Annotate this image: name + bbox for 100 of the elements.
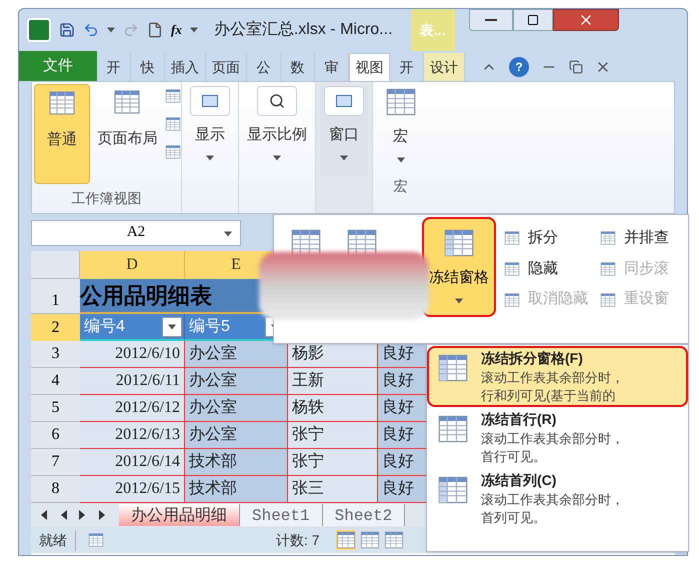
option-title: 冻结拆分窗格(F) [481, 349, 584, 368]
ribbon-tab[interactable]: 视图 [349, 53, 390, 81]
help-icon[interactable]: ? [509, 57, 529, 77]
sheet-tab[interactable]: 办公用品明细 [119, 504, 240, 526]
window-option-icon [504, 260, 520, 277]
group-label: 工作簿视图 [70, 189, 142, 208]
maximize-icon [526, 14, 539, 26]
caret-icon [190, 27, 198, 33]
table-cell: 2012/6/14 [80, 449, 185, 476]
freeze-icon [443, 227, 475, 259]
window-option-icon [600, 292, 616, 308]
table-cell: 技术部 [185, 476, 288, 503]
status-count: 计数: 7 [276, 530, 320, 550]
contextual-tab-header: 表... [410, 9, 455, 51]
table-cell: 王新 [288, 368, 378, 395]
small-view-icon [165, 116, 181, 132]
option-description: 滚动工作表其余部分时， [481, 430, 624, 448]
row-header[interactable]: 4 [31, 368, 80, 395]
row-header[interactable]: 6 [31, 422, 80, 449]
option-description: 首行可见。 [481, 448, 547, 466]
table-cell: 办公室 [185, 368, 288, 395]
row-header[interactable]: 8 [31, 476, 80, 503]
group-label: 宏 [394, 177, 408, 196]
table-cell: 张三 [288, 476, 378, 503]
caret-icon [224, 230, 232, 236]
caret-icon [340, 154, 348, 160]
undo-icon[interactable] [83, 22, 99, 38]
ribbon-dropdown-button[interactable]: 窗口 [320, 86, 368, 176]
small-view-icon [165, 144, 181, 160]
window-option-icon [600, 230, 616, 246]
row-header[interactable]: 7 [31, 449, 80, 476]
sheet-nav-end-icon[interactable] [99, 510, 107, 520]
caret-icon [168, 324, 176, 330]
table-cell: 2012/6/15 [80, 476, 185, 503]
file-tab[interactable]: 文件 [19, 51, 97, 81]
ribbon-dropdown-button[interactable]: 显示比例 [243, 86, 311, 176]
caret-icon [273, 154, 281, 160]
option-description: 滚动工作表其余部分时， [481, 369, 624, 387]
windows-icon [324, 86, 364, 116]
freeze-icon [437, 352, 469, 384]
sheet-nav-arrow-icon[interactable] [59, 510, 67, 520]
sheet-tab[interactable]: Sheet2 [322, 504, 406, 526]
option-description: 首列可见。 [481, 509, 547, 527]
view-button[interactable]: 普通 [34, 84, 90, 184]
window-menu-item[interactable]: 拆分 [504, 223, 588, 254]
sheet-tab[interactable]: Sheet1 [240, 504, 323, 526]
filter-button[interactable] [162, 316, 182, 336]
window-option-icon [504, 230, 520, 246]
restore-icon[interactable] [569, 60, 583, 74]
close-button[interactable] [552, 9, 619, 31]
minimize-button[interactable] [468, 9, 513, 31]
table-cell: 杨轶 [288, 395, 378, 422]
caret-icon [396, 156, 404, 162]
row-header[interactable]: 2 [31, 314, 80, 341]
magnifier-icon [257, 86, 297, 116]
small-view-icon [165, 88, 181, 104]
break-view-icon [384, 530, 404, 550]
view-button[interactable]: 页面布局 [94, 84, 161, 184]
table-cell: 张宁 [288, 449, 378, 476]
header-text: 编号5 [189, 316, 230, 336]
name-box[interactable]: A2 [31, 220, 241, 246]
table-cell: 2012/6/12 [80, 395, 185, 422]
row-header[interactable]: 5 [31, 395, 80, 422]
row-header[interactable]: 1 [31, 279, 80, 314]
freeze-option[interactable]: 冻结拆分窗格(F) 滚动工作表其余部分时， 行和列可见(基于当前的 [427, 346, 688, 407]
ribbon-dropdown-button[interactable]: 显示 [186, 86, 234, 176]
new-document-icon[interactable] [147, 22, 163, 38]
column-header[interactable]: D [80, 251, 185, 279]
freeze-icon [437, 474, 469, 506]
caret-icon [455, 298, 463, 304]
caret-icon [107, 27, 115, 33]
freeze-panes-button[interactable]: 冻结窗格 [422, 217, 496, 317]
macro-icon [384, 86, 416, 118]
header-text: 编号4 [84, 316, 125, 336]
maximize-button[interactable] [512, 9, 553, 31]
function-icon[interactable]: fx [171, 20, 182, 40]
sheet-nav-arrow-icon[interactable] [79, 510, 87, 520]
macro-button[interactable]: 宏 [384, 86, 416, 176]
page-view-icon [360, 530, 380, 550]
window-option-icon [504, 292, 520, 308]
table-cell: 2012/6/10 [80, 341, 185, 368]
window-option-icon [600, 260, 616, 277]
table-cell: 办公室 [185, 422, 288, 449]
spreadsheet-app-icon[interactable] [27, 18, 51, 42]
table-cell: 2012/6/11 [80, 368, 185, 395]
page-icon [113, 88, 142, 116]
ribbon-tab[interactable]: 设计 [424, 53, 465, 81]
status-text: 就绪 [31, 530, 76, 550]
window-menu-item[interactable]: 并排查 [600, 223, 669, 254]
table-cell: 办公室 [185, 395, 288, 422]
table-cell: 技术部 [185, 449, 288, 476]
minimize-icon [484, 19, 497, 21]
normal-view-icon [336, 530, 356, 550]
save-icon[interactable] [59, 22, 75, 38]
caret-icon [206, 154, 214, 160]
table-cell: 办公室 [185, 341, 288, 368]
sheet-nav-end-icon[interactable] [39, 510, 47, 520]
freeze-icon [437, 413, 469, 445]
row-header[interactable]: 3 [31, 341, 80, 368]
display-icon [190, 86, 230, 116]
